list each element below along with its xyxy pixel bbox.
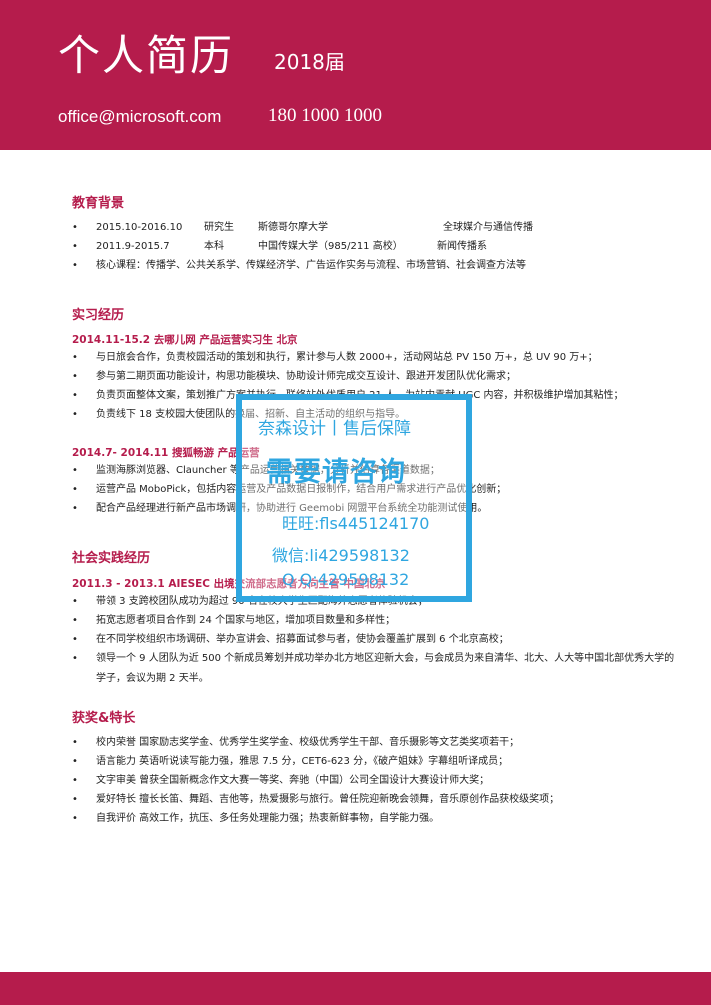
list-item-text: 语言能力 英语听说读写能力强，雅思 7.5 分，CET6-623 分，《破产姐妹…: [96, 756, 509, 767]
bullet: •: [72, 615, 78, 626]
edu-degree: 研究生: [204, 222, 234, 233]
bullet: •: [72, 352, 78, 363]
edu-period: 2011.9-2015.7: [96, 241, 170, 252]
bullet: •: [72, 737, 78, 748]
bullet: •: [72, 484, 78, 495]
list-item-text: 文字审美 曾获全国新概念作文大赛一等奖、奔驰（中国）公司全国设计大赛设计师大奖；: [96, 775, 490, 786]
bullet: •: [72, 222, 78, 233]
list-item-text: 领导一个 9 人团队为近 500 个新成员筹划并成功举办北方地区迎新大会，与会成…: [96, 653, 675, 684]
bullet: •: [72, 775, 78, 786]
edu-major: 全球媒介与通信传播: [443, 222, 533, 233]
edu-school: 斯德哥尔摩大学: [258, 222, 328, 233]
watermark-line: 微信:li429598132: [272, 546, 410, 565]
list-item-text: 参与第二期页面功能设计，构思功能模块、协助设计师完成交互设计、跟进开发团队优化需…: [96, 371, 516, 382]
bullet: •: [72, 794, 78, 805]
footer-banner: [0, 972, 711, 1005]
graduation-year: 2018届: [274, 50, 345, 74]
list-item-text: 自我评价 高效工作，抗压、多任务处理能力强；热衷新鲜事物，自学能力强。: [96, 813, 440, 824]
list-item-text: 拓宽志愿者项目合作到 24 个国家与地区，增加项目数量和多样性；: [96, 615, 396, 626]
bullet: •: [72, 465, 78, 476]
courses-text: 核心课程：传播学、公共关系学、传媒经济学、广告运作实务与流程、市场营销、社会调查…: [96, 260, 526, 271]
job-heading: 2014.11-15.2 去哪儿网 产品运营实习生 北京: [72, 334, 298, 346]
edu-period: 2015.10-2016.10: [96, 222, 183, 233]
bullet: •: [72, 813, 78, 824]
social-heading: 社会实践经历: [72, 551, 151, 566]
list-item-text: 在不同学校组织市场调研、举办宣讲会、招募面试参与者，使协会覆盖扩展到 6 个北京…: [96, 634, 509, 645]
watermark-line: Q Q:429598132: [282, 570, 410, 589]
bullet: •: [72, 390, 78, 401]
header-banner: 个人简历 2018届 office@microsoft.com 180 1000…: [0, 0, 711, 150]
bullet: •: [72, 503, 78, 514]
bullet: •: [72, 596, 78, 607]
bullet: •: [72, 241, 78, 252]
phone-text: 180 1000 1000: [268, 105, 382, 126]
watermark-line: 需要请咨询: [266, 457, 406, 488]
list-item-text: 爱好特长 擅长长笛、舞蹈、吉他等，热爱摄影与旅行。曾任院迎新晚会领舞，音乐原创作…: [96, 794, 560, 805]
awards-heading: 获奖&特长: [72, 711, 136, 726]
internship-heading: 实习经历: [72, 308, 125, 323]
edu-degree: 本科: [204, 241, 224, 252]
email-text: office@microsoft.com: [58, 107, 222, 126]
bullet: •: [72, 653, 78, 664]
bullet: •: [72, 409, 78, 420]
list-item-text: 校内荣誉 国家励志奖学金、优秀学生奖学金、校级优秀学生干部、音乐摄影等文艺类奖项…: [96, 737, 520, 748]
bullet: •: [72, 260, 78, 271]
bullet: •: [72, 371, 78, 382]
bullet: •: [72, 756, 78, 767]
list-item-text: 与日旅会合作，负责校园活动的策划和执行，累计参与人数 2000+，活动网站总 P…: [96, 352, 598, 363]
job-heading: 2014.7- 2014.11 搜狐畅游 产品运营: [72, 447, 260, 459]
resume-title: 个人简历: [58, 31, 235, 80]
watermark-line: 奈森设计丨售后保障: [258, 419, 411, 439]
edu-major: 新闻传播系: [437, 241, 487, 252]
education-heading: 教育背景: [72, 196, 125, 211]
edu-school: 中国传媒大学（985/211 高校）: [258, 241, 403, 252]
watermark-line: 旺旺:fls445124170: [282, 514, 430, 533]
bullet: •: [72, 634, 78, 645]
watermark-box: 奈森设计丨售后保障 需要请咨询 旺旺:fls445124170 微信:li429…: [236, 394, 472, 602]
